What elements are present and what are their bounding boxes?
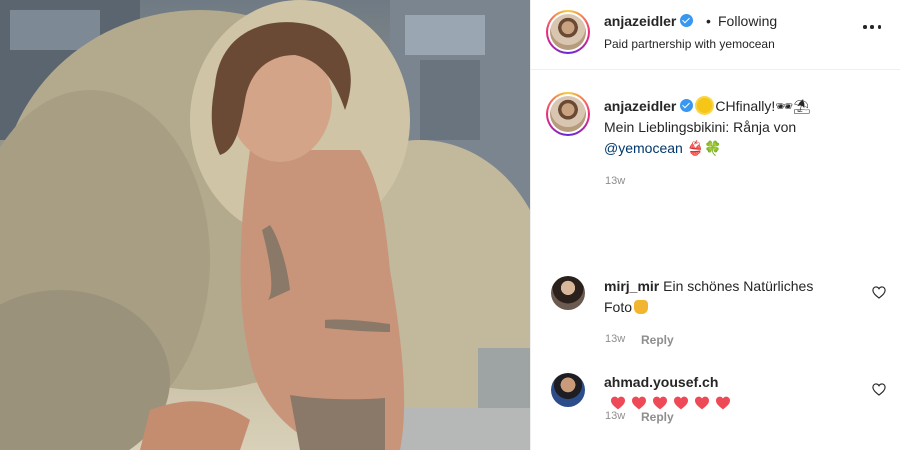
clap-emoji-icon bbox=[634, 300, 649, 314]
post-caption: anjazeidler CHfinally!🕶⛱ Mein Lieblingsbi… bbox=[604, 96, 844, 159]
caption-timestamp[interactable]: 13w bbox=[605, 175, 625, 187]
comment-username[interactable]: mirj_mir bbox=[604, 278, 659, 294]
sun-emoji-icon bbox=[697, 98, 713, 113]
commenter-avatar[interactable] bbox=[551, 276, 585, 310]
red-heart-emoji-icon bbox=[632, 396, 646, 410]
comment-timestamp[interactable]: 13w bbox=[605, 410, 625, 422]
heart-emojis bbox=[610, 396, 731, 410]
caption-emojis: 👙🍀 bbox=[686, 140, 722, 156]
photo-illustration bbox=[0, 0, 530, 450]
caption-mention-link[interactable]: @yemocean bbox=[604, 140, 683, 156]
post-header: anjazeidler • Following Paid partnership… bbox=[531, 0, 900, 70]
reply-button[interactable]: Reply bbox=[641, 333, 674, 347]
red-heart-emoji-icon bbox=[611, 396, 625, 410]
caption-username[interactable]: anjazeidler bbox=[604, 98, 676, 114]
red-heart-emoji-icon bbox=[653, 396, 667, 410]
paid-partnership-label[interactable]: Paid partnership with yemocean bbox=[604, 37, 775, 51]
author-avatar[interactable] bbox=[546, 10, 590, 54]
post-side-panel: anjazeidler • Following Paid partnership… bbox=[530, 0, 900, 450]
following-button[interactable]: Following bbox=[718, 13, 777, 29]
verified-badge-icon bbox=[680, 99, 694, 112]
caption-line1: CHfinally!🕶⛱ bbox=[715, 98, 811, 114]
more-options-icon[interactable] bbox=[863, 24, 881, 30]
heart-outline-icon[interactable] bbox=[872, 286, 886, 299]
red-heart-emoji-icon bbox=[674, 396, 688, 410]
comment-body: mirj_mir Ein schönes Natürliches Foto bbox=[604, 276, 844, 318]
comment-username[interactable]: ahmad.yousef.ch bbox=[604, 374, 718, 390]
author-username[interactable]: anjazeidler bbox=[604, 13, 694, 29]
verified-badge-icon bbox=[680, 14, 694, 27]
comment-body: ahmad.yousef.ch bbox=[604, 372, 844, 414]
post-photo[interactable] bbox=[0, 0, 530, 450]
caption-line2: Mein Lieblingsbikini: Rånja von bbox=[604, 119, 797, 135]
commenter-avatar[interactable] bbox=[551, 373, 585, 407]
comment-timestamp[interactable]: 13w bbox=[605, 333, 625, 345]
separator-dot: • bbox=[706, 13, 711, 29]
caption-avatar[interactable] bbox=[546, 92, 590, 136]
red-heart-emoji-icon bbox=[716, 396, 730, 410]
heart-outline-icon[interactable] bbox=[872, 383, 886, 396]
red-heart-emoji-icon bbox=[695, 396, 709, 410]
reply-button[interactable]: Reply bbox=[641, 410, 674, 424]
